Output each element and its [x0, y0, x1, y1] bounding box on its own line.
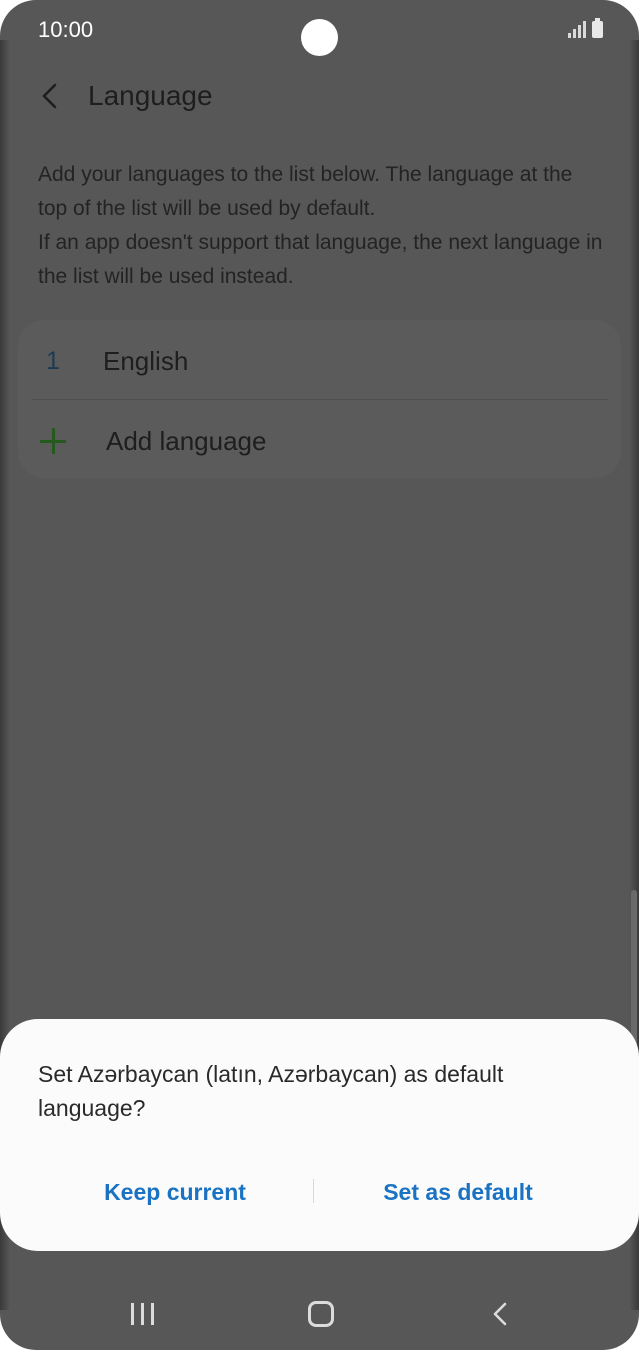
- status-icons: [568, 18, 603, 38]
- add-language-label: Add language: [106, 425, 267, 456]
- add-language-button[interactable]: Add language: [18, 402, 621, 480]
- set-default-dialog: Set Azərbaycan (latın, Azərbaycan) as de…: [0, 1019, 639, 1251]
- front-camera: [301, 19, 338, 56]
- recents-icon: [130, 1303, 154, 1325]
- keep-current-button[interactable]: Keep current: [60, 1167, 290, 1217]
- description-line-2: If an app doesn't support that language,…: [38, 231, 603, 288]
- status-time: 10:00: [38, 17, 94, 42]
- navigation-bar: [0, 1280, 639, 1350]
- description-text: Add your languages to the list below. Th…: [38, 158, 603, 294]
- dialog-message: Set Azərbaycan (latın, Azərbaycan) as de…: [38, 1061, 504, 1121]
- language-name: English: [103, 345, 189, 376]
- nav-back-button[interactable]: [470, 1292, 530, 1336]
- app-bar: Language: [0, 66, 639, 126]
- language-list: 1 English Add language: [18, 320, 621, 478]
- battery-icon: [592, 18, 603, 38]
- description-line-1: Add your languages to the list below. Th…: [38, 163, 573, 220]
- status-bar: 10:00: [0, 0, 639, 62]
- language-index: 1: [46, 346, 60, 375]
- signal-icon: [568, 20, 586, 38]
- chevron-left-icon: [42, 83, 57, 109]
- action-divider: [313, 1179, 314, 1203]
- dialog-actions: Keep current Set as default: [0, 1167, 639, 1217]
- set-as-default-button[interactable]: Set as default: [340, 1167, 576, 1217]
- row-divider: [32, 399, 608, 400]
- page-title: Language: [88, 80, 213, 111]
- home-icon: [308, 1301, 334, 1327]
- home-button[interactable]: [291, 1292, 351, 1336]
- recents-button[interactable]: [112, 1292, 172, 1336]
- back-button[interactable]: [30, 76, 70, 116]
- phone-screen: 10:00 Language Add your languages to the…: [0, 0, 639, 1350]
- plus-icon: [40, 428, 66, 454]
- language-item-english[interactable]: 1 English: [18, 322, 621, 400]
- back-icon: [493, 1302, 507, 1326]
